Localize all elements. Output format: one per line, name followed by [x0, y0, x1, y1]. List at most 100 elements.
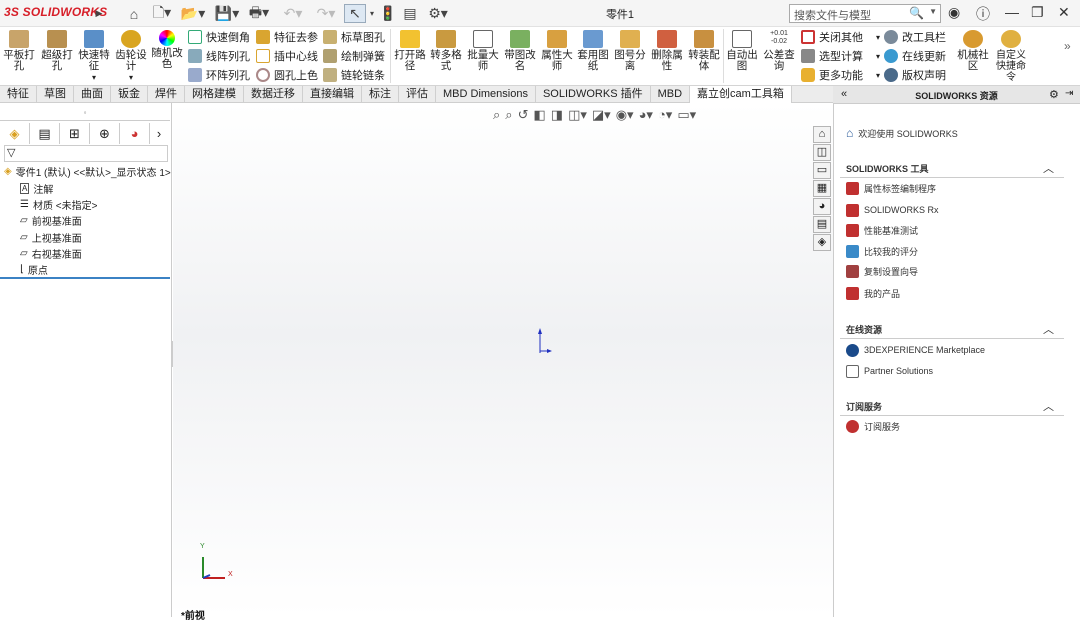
flat-drill-button[interactable]: 平板打孔: [2, 27, 36, 85]
tree-root-part[interactable]: ◈ 零件1 (默认) <<默认>_显示状态 1>: [4, 164, 171, 179]
solidworks-forum-icon[interactable]: ◈: [813, 234, 831, 251]
feature-tree-tab-icon[interactable]: ◈: [0, 123, 30, 144]
tab-markup[interactable]: 标注: [362, 86, 399, 103]
tab-sketch[interactable]: 草图: [37, 86, 74, 103]
zoom-area-icon[interactable]: ⌕: [505, 107, 512, 123]
design-library-icon[interactable]: ◫: [813, 144, 831, 161]
ribbon-expand-icon[interactable]: »: [1064, 39, 1071, 53]
display-manager-tab-icon[interactable]: ◕: [120, 123, 150, 144]
rename-with-drawing-button[interactable]: 带图改名: [503, 27, 537, 85]
select-dropdown-icon[interactable]: ▾: [367, 4, 377, 23]
search-input[interactable]: 搜索文件与模型 🔍 ▼: [789, 4, 941, 23]
tree-item-annotations[interactable]: A 注解: [20, 181, 53, 196]
section-header-online[interactable]: 在线资源 ︿: [840, 321, 1064, 339]
tab-features[interactable]: 特征: [0, 86, 37, 103]
previous-view-icon[interactable]: ↺: [518, 107, 529, 123]
dynamic-annotation-icon[interactable]: ◨: [551, 107, 563, 123]
tool-performance-benchmark[interactable]: 性能基准测试: [846, 222, 918, 238]
tab-sheet-metal[interactable]: 钣金: [111, 86, 148, 103]
tool-solidworks-rx[interactable]: SOLIDWORKS Rx: [846, 202, 939, 218]
close-others-button[interactable]: 关闭其他: [801, 28, 863, 46]
restore-icon[interactable]: ❐: [1031, 4, 1044, 21]
open-file-icon[interactable]: 📂▾: [180, 4, 206, 23]
link-partner-solutions[interactable]: Partner Solutions: [846, 363, 933, 379]
tab-mesh-modeling[interactable]: 网格建模: [185, 86, 244, 103]
close-icon[interactable]: ✕: [1058, 4, 1070, 21]
tab-direct-editing[interactable]: 直接编辑: [303, 86, 362, 103]
edit-appearance-icon[interactable]: ◕▾: [639, 107, 653, 123]
link-3dexperience-marketplace[interactable]: 3DEXPERIENCE Marketplace: [846, 342, 985, 358]
appearances-icon[interactable]: ◕: [813, 198, 831, 215]
delete-property-button[interactable]: 删除属性: [649, 27, 685, 85]
apply-drawing-button[interactable]: 套用图纸: [576, 27, 610, 85]
display-style-icon[interactable]: ◪▾: [592, 107, 611, 123]
save-icon[interactable]: 💾▾: [214, 4, 240, 23]
configuration-manager-tab-icon[interactable]: ⊞: [60, 123, 90, 144]
draw-spring-button[interactable]: 绘制弹簧: [323, 47, 385, 65]
tab-weldments[interactable]: 焊件: [148, 86, 185, 103]
minimize-icon[interactable]: —: [1005, 4, 1019, 20]
section-header-tools[interactable]: SOLIDWORKS 工具 ︿: [840, 160, 1064, 178]
more-functions-button[interactable]: 更多功能: [801, 66, 863, 84]
copyright-button[interactable]: ▾ 版权声明: [876, 66, 946, 84]
search-dropdown-icon[interactable]: ▼: [929, 7, 937, 16]
section-view-icon[interactable]: ◧: [533, 107, 545, 123]
color-hole-button[interactable]: 圆孔上色: [256, 66, 318, 84]
remove-params-button[interactable]: 特征去参: [256, 28, 318, 46]
view-orientation-icon[interactable]: ◫▾: [568, 107, 587, 123]
tab-mbd-dimensions[interactable]: MBD Dimensions: [436, 86, 536, 103]
graphics-area[interactable]: Y X *前视: [173, 103, 833, 622]
tab-surfaces[interactable]: 曲面: [74, 86, 111, 103]
to-assembly-button[interactable]: 转装配体: [686, 27, 722, 85]
welcome-link[interactable]: ⌂ 欢迎使用 SOLIDWORKS: [846, 125, 958, 141]
resources-home-icon[interactable]: ⌂: [813, 126, 831, 143]
print-icon[interactable]: 🖶▾: [246, 4, 272, 23]
custom-properties-icon[interactable]: ▤: [813, 216, 831, 233]
section-header-subscription[interactable]: 订阅服务 ︿: [840, 398, 1064, 416]
tab-mbd[interactable]: MBD: [651, 86, 691, 103]
undo-icon[interactable]: ↶▾: [280, 4, 306, 23]
zoom-fit-icon[interactable]: ⌕: [493, 107, 500, 123]
panel-more-icon[interactable]: ›: [150, 123, 168, 144]
tab-data-migration[interactable]: 数据迁移: [244, 86, 303, 103]
tab-jlc-cam-toolbox[interactable]: 嘉立创cam工具箱: [690, 86, 792, 103]
dimxpert-tab-icon[interactable]: ⊕: [90, 123, 120, 144]
search-icon[interactable]: 🔍: [909, 6, 924, 20]
hide-show-icon[interactable]: ◉▾: [616, 107, 634, 123]
pin-icon[interactable]: ⇥: [1065, 88, 1073, 99]
view-palette-icon[interactable]: ▦: [813, 180, 831, 197]
pane-settings-icon[interactable]: ⚙: [1049, 88, 1059, 101]
tree-item-origin[interactable]: ⌊ 原点: [20, 262, 48, 277]
tolerance-query-button[interactable]: +0.01 -0.02 公差查询: [761, 27, 797, 85]
chevron-up-icon[interactable]: ︿: [1043, 321, 1054, 339]
options-gear-icon[interactable]: ⚙▾: [424, 4, 452, 23]
filter-icon[interactable]: ▽: [5, 147, 15, 159]
apply-scene-icon[interactable]: ◔▾: [658, 107, 672, 123]
tool-my-products[interactable]: 我的产品: [846, 285, 900, 301]
tool-copy-settings-wizard[interactable]: 复制设置向导: [846, 263, 918, 279]
batch-master-button[interactable]: 批量大师: [466, 27, 500, 85]
random-color-button[interactable]: 随机改色: [150, 27, 184, 85]
super-drill-button[interactable]: 超级打孔: [38, 27, 76, 85]
circular-pattern-hole-button[interactable]: 环阵列孔: [188, 66, 250, 84]
tree-item-right-plane[interactable]: ▱ 右视基准面: [20, 246, 82, 261]
online-update-button[interactable]: ▾ 在线更新: [876, 47, 946, 65]
property-master-button[interactable]: 属性大师: [539, 27, 575, 85]
file-explorer-icon[interactable]: ▭: [813, 162, 831, 179]
file-properties-icon[interactable]: ▤: [401, 4, 419, 23]
split-drawing-number-button[interactable]: 图号分离: [612, 27, 648, 85]
tree-item-material[interactable]: ☰ 材质 <未指定>: [20, 197, 97, 212]
convert-format-button[interactable]: 转多格式: [428, 27, 464, 85]
custom-shortcut-button[interactable]: 自定义快捷命令: [992, 27, 1030, 85]
panel-splitter[interactable]: ◦: [0, 108, 170, 121]
sprocket-chain-button[interactable]: 链轮链条: [323, 66, 385, 84]
tree-item-top-plane[interactable]: ▱ 上视基准面: [20, 230, 82, 245]
new-file-icon[interactable]: 🗋▾: [149, 4, 175, 23]
quick-chamfer-button[interactable]: 快速倒角: [188, 28, 250, 46]
tool-compare-score[interactable]: 比较我的评分: [846, 243, 918, 259]
chevron-up-icon[interactable]: ︿: [1043, 160, 1054, 178]
mark-sketch-hole-button[interactable]: 标草图孔: [323, 28, 385, 46]
view-settings-icon[interactable]: ▭▾: [677, 107, 696, 123]
insert-centerline-button[interactable]: 插中心线: [256, 47, 318, 65]
selection-calc-button[interactable]: 选型计算: [801, 47, 863, 65]
